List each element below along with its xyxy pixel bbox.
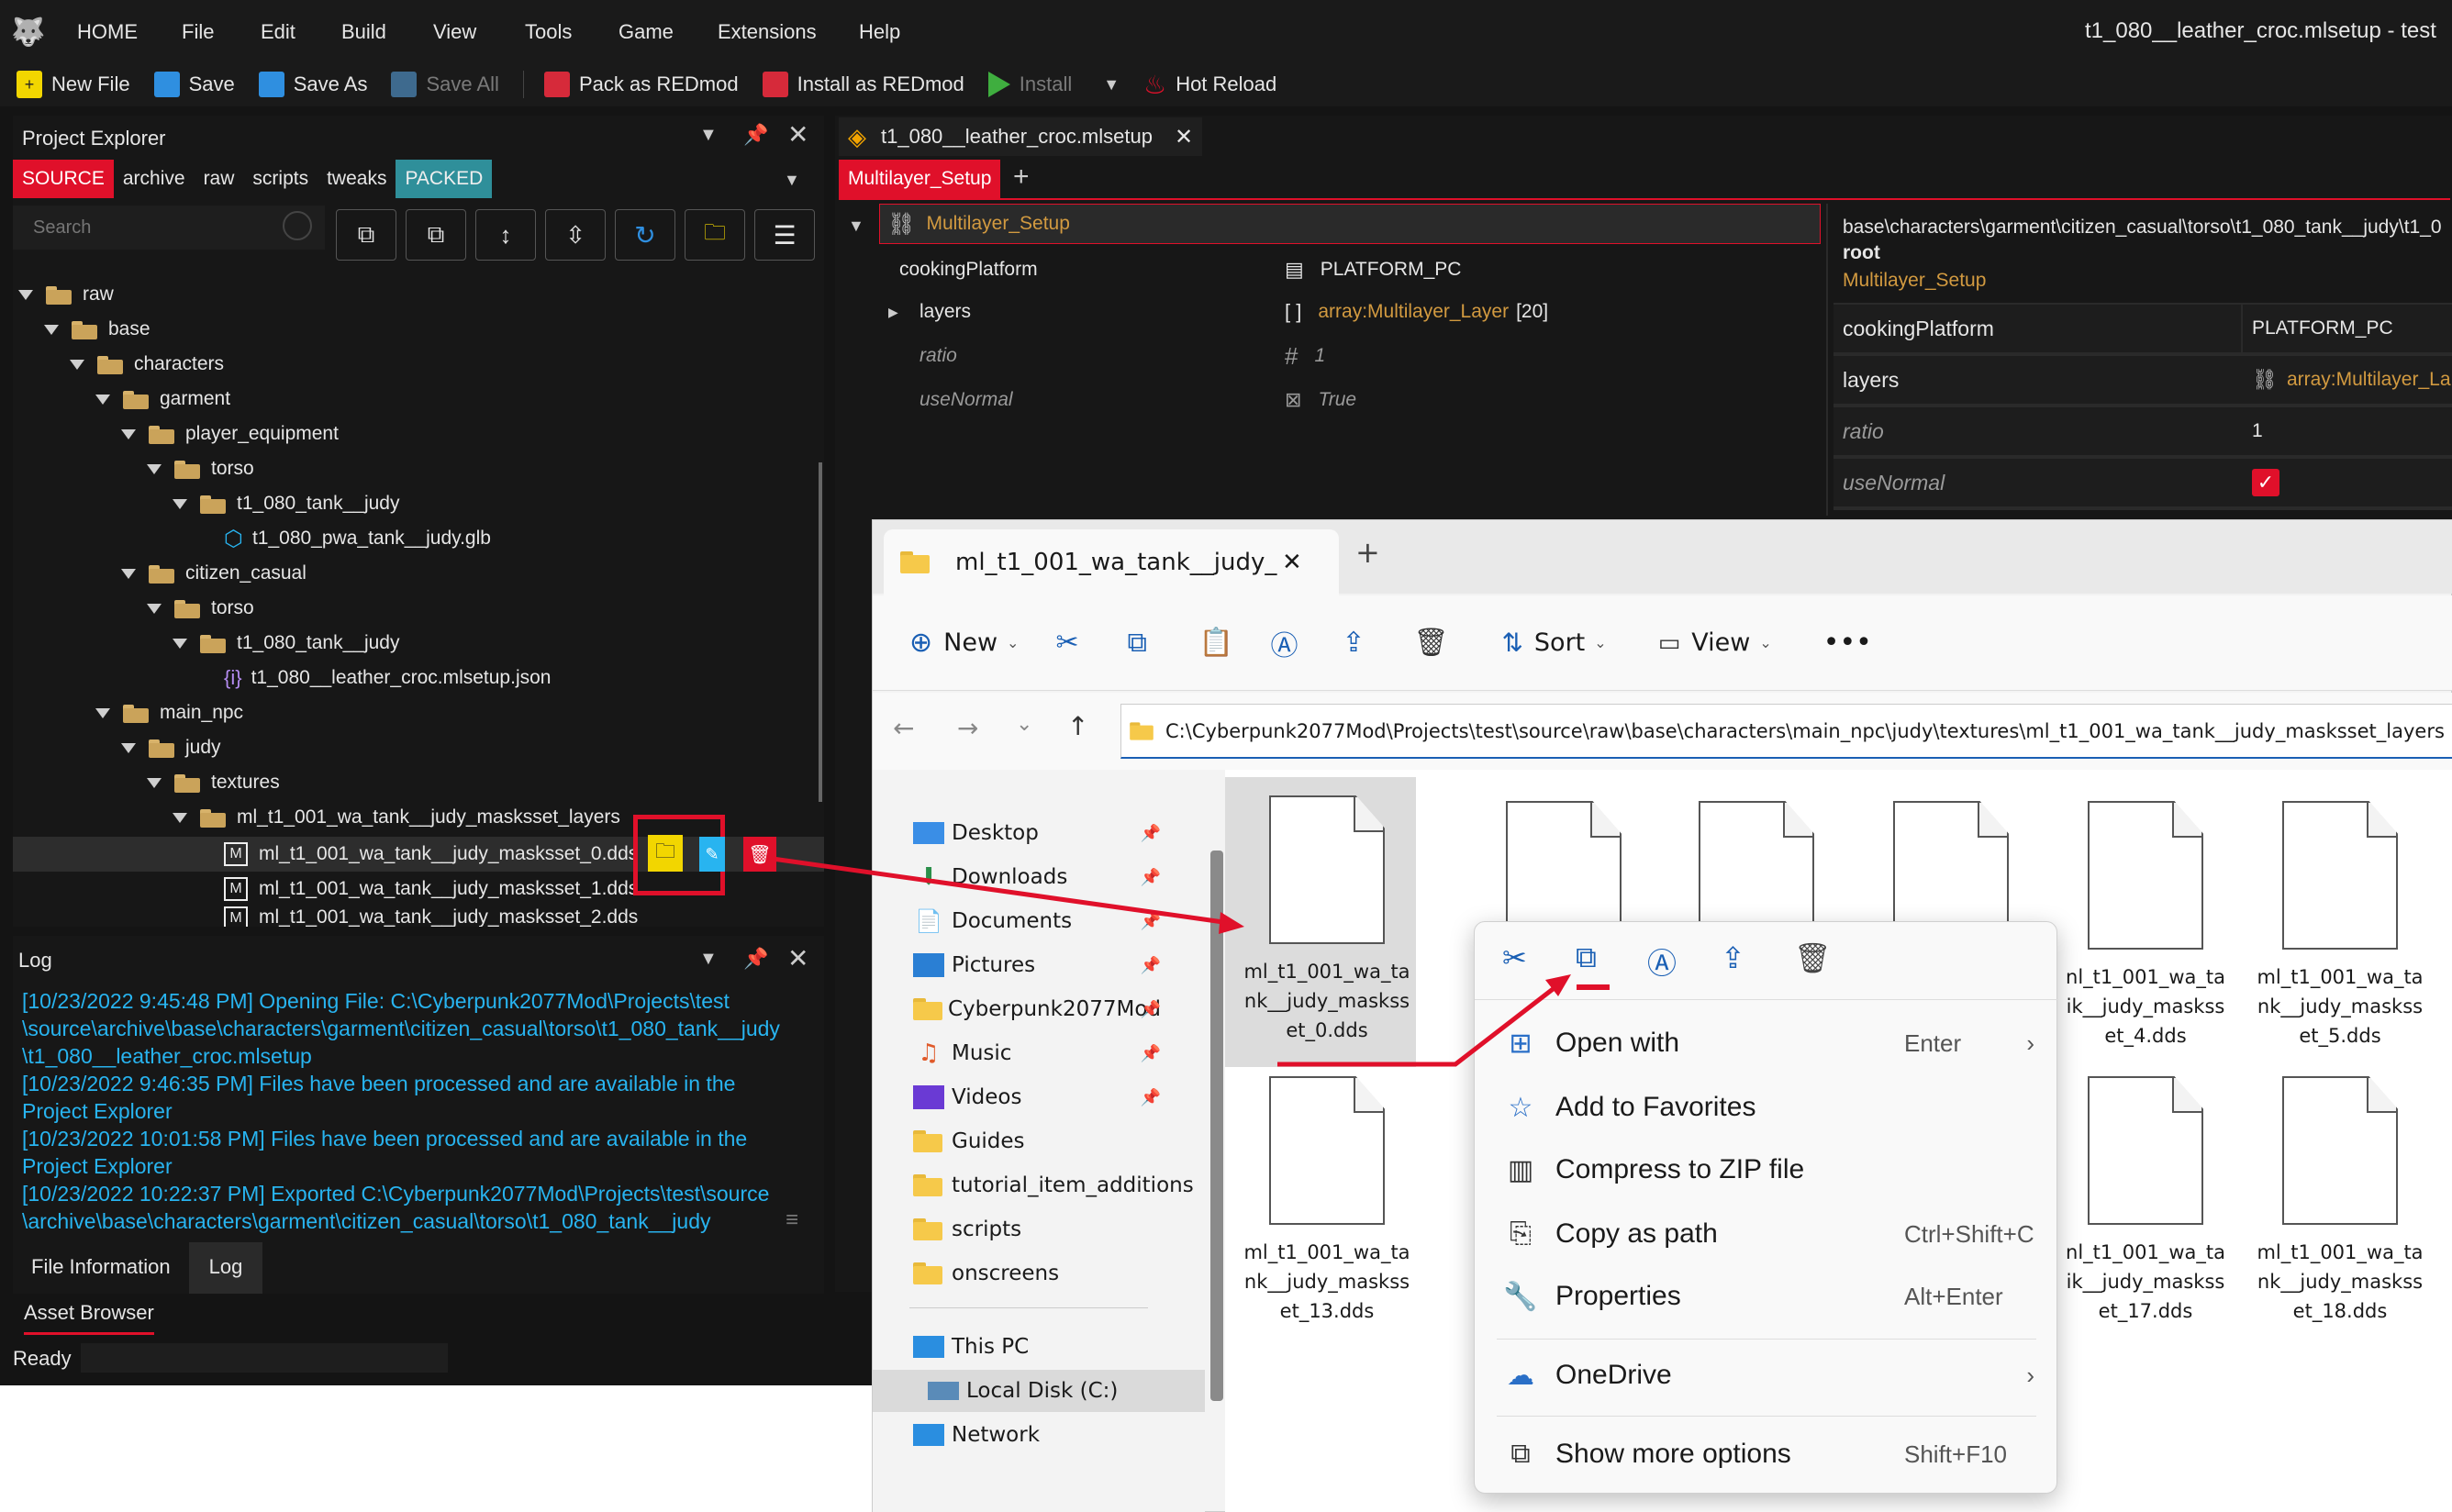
arrow-head xyxy=(1219,912,1244,934)
annotation-arrows xyxy=(772,856,1610,1067)
arrow-line xyxy=(1277,982,1562,1067)
arrow-line xyxy=(772,856,1231,926)
